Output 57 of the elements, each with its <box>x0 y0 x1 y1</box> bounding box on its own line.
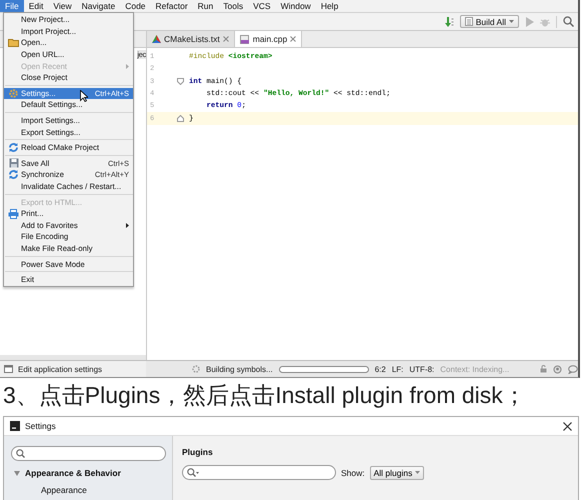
arrow-down-icon[interactable] <box>444 16 454 26</box>
caret-icon <box>415 471 420 474</box>
triangle-icon[interactable] <box>14 470 20 476</box>
tree-item[interactable]: Appearance & Behavior <box>25 468 121 478</box>
search-field[interactable] <box>11 446 166 461</box>
caret-icon <box>509 20 514 23</box>
section-heading: Plugins <box>182 447 214 457</box>
menu-bar-item[interactable]: Tools <box>218 0 248 12</box>
mouse-cursor-icon <box>80 90 88 102</box>
menu-bar-item[interactable]: View <box>48 0 77 12</box>
window-title: Settings <box>25 421 57 431</box>
sync-icon <box>8 142 19 154</box>
fold-marker-icon <box>177 78 184 86</box>
fold-marker-icon <box>177 115 184 122</box>
file-encoding[interactable]: UTF-8: <box>409 364 434 374</box>
sync-icon <box>8 169 19 180</box>
inspector-icon[interactable] <box>553 364 562 374</box>
list-icon <box>464 17 473 26</box>
tree-item[interactable]: Appearance <box>11 485 166 495</box>
menu-bar-item[interactable]: Navigate <box>76 0 120 12</box>
spinner-icon <box>192 365 200 373</box>
show-dropdown[interactable]: All plugins <box>370 466 424 480</box>
cursor-position[interactable]: 6:2 <box>374 364 386 374</box>
menu-bar-item[interactable]: Window <box>276 0 316 12</box>
context-label: Context: Indexing... <box>440 364 510 374</box>
menu-bar-item[interactable]: File <box>0 0 24 12</box>
menu-bar-item[interactable]: Help <box>316 0 344 12</box>
search-icon <box>16 449 25 458</box>
line-separator[interactable]: LF: <box>392 364 404 374</box>
menu-bar-item[interactable]: Refactor <box>150 0 193 12</box>
menu-bar-item[interactable]: Run <box>192 0 218 12</box>
triangle-icon <box>152 35 161 43</box>
run-icon[interactable] <box>525 16 534 26</box>
save-icon <box>8 158 18 168</box>
close-icon[interactable] <box>563 422 572 430</box>
debug-icon[interactable] <box>540 16 550 26</box>
show-label: Show: <box>341 468 365 478</box>
window-icon <box>4 365 13 373</box>
search-icon[interactable] <box>563 16 574 27</box>
folder-icon <box>8 38 19 48</box>
plugin-search-field[interactable] <box>182 465 336 480</box>
task-label: Building symbols... <box>206 364 273 374</box>
printer-icon <box>8 208 19 219</box>
menu-bar-item[interactable]: VCS <box>248 0 276 12</box>
menu-bar-item[interactable]: Edit <box>24 0 48 12</box>
editor-tab[interactable]: main.cpp <box>234 31 302 47</box>
status-message: Edit application settings <box>18 364 102 374</box>
chat-icon[interactable] <box>568 364 578 374</box>
cpp-file-icon <box>240 34 250 44</box>
editor-tab[interactable]: CMakeLists.txt <box>147 31 235 47</box>
app-logo-icon <box>10 421 20 431</box>
menu-bar-item[interactable]: Code <box>120 0 151 12</box>
build-configuration-dropdown[interactable]: Build All <box>460 15 519 28</box>
caption-text: 3、点击Plugins，然后点击Install plugin from disk； <box>3 381 527 410</box>
search-icon <box>187 468 199 477</box>
lock-icon[interactable] <box>540 365 547 373</box>
settings-icon <box>8 88 19 99</box>
